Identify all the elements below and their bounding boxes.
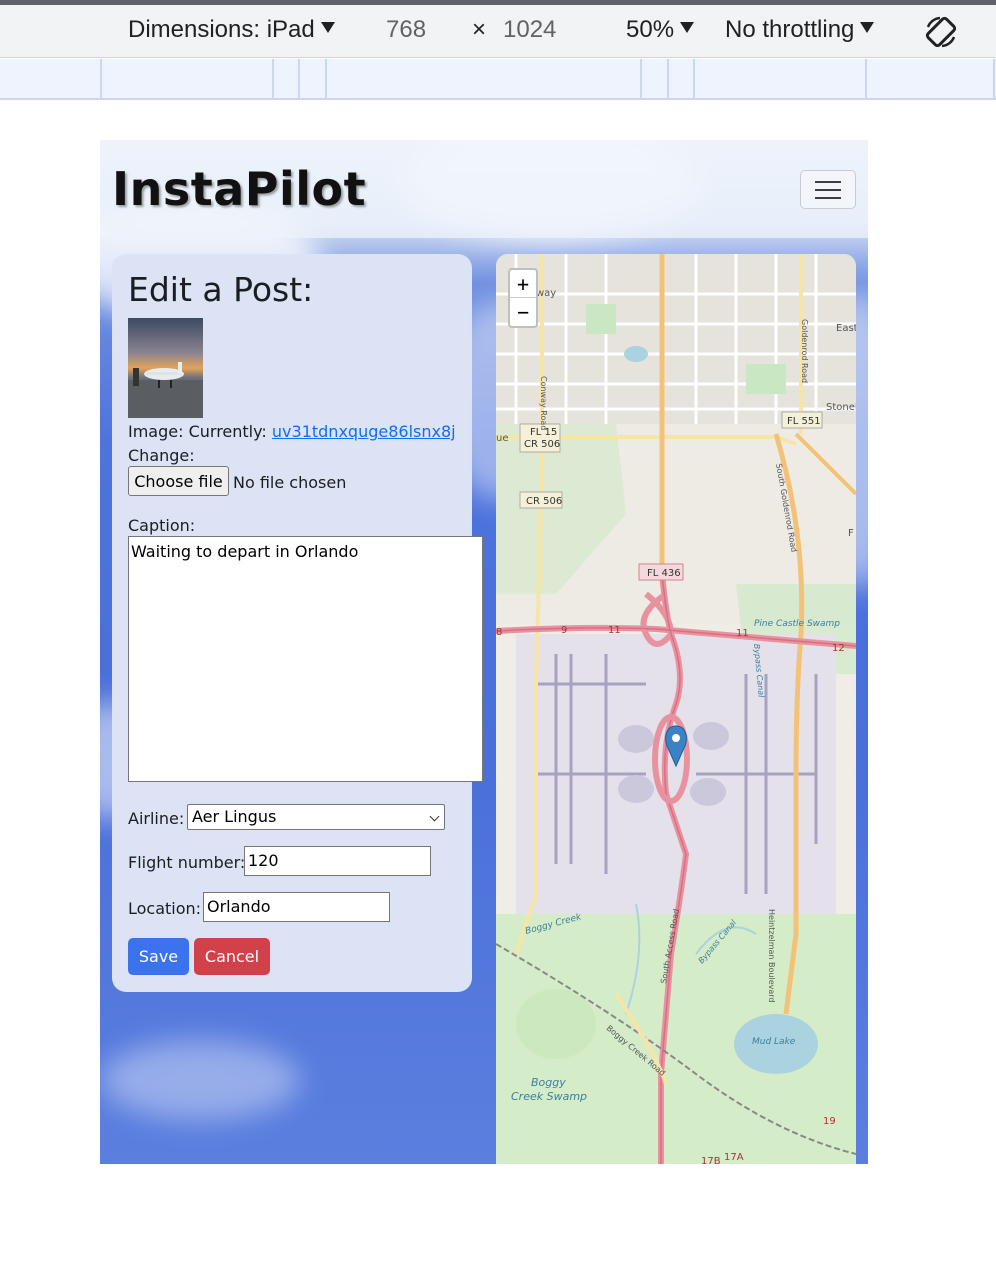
map-label-ue: ue	[496, 433, 509, 444]
map-label-n9: 9	[561, 625, 567, 636]
map-label-n11b: 11	[736, 628, 749, 639]
file-status: No file chosen	[233, 473, 347, 492]
current-image-link[interactable]: uv31tdnxquge86lsnx8j	[272, 422, 456, 441]
zoom-in-button[interactable]: +	[510, 270, 536, 298]
ruler-segment[interactable]	[865, 59, 867, 98]
sky-cloud	[100, 1040, 300, 1120]
ruler-segment[interactable]	[100, 59, 102, 98]
map-label-n11a: 11	[608, 625, 621, 636]
flight-number-input[interactable]: 120	[244, 846, 431, 876]
hamburger-line	[815, 189, 841, 191]
map-label-conway: Conway Road	[539, 376, 548, 430]
map-zoom-control: + −	[508, 268, 538, 328]
ruler-segment[interactable]	[993, 59, 995, 98]
height-field[interactable]: 1024	[503, 16, 556, 44]
image-current-label: Image: Currently:	[128, 422, 272, 441]
caption-label: Caption:	[128, 516, 196, 535]
width-field[interactable]: 768	[386, 16, 426, 44]
cancel-button[interactable]: Cancel	[194, 938, 270, 975]
throttling-label: No throttling	[725, 16, 855, 43]
map-label-pine-castle: Pine Castle Swamp	[754, 619, 840, 629]
brand-logo[interactable]: InstaPilot	[112, 162, 366, 216]
airline-select[interactable]: Aer Lingus	[187, 804, 445, 830]
dimensions-dropdown[interactable]: Dimensions: iPad	[128, 16, 335, 44]
map-label-east: East	[836, 323, 856, 334]
ruler-segment[interactable]	[325, 59, 327, 98]
flight-number-label: Flight number:	[128, 853, 246, 872]
map-label-goldenrod: Goldenrod Road	[800, 319, 809, 383]
map-label-n12: 12	[832, 643, 845, 654]
dropdown-arrow-icon	[860, 22, 875, 33]
map-label-cr506a: CR 506	[524, 439, 560, 450]
airline-label: Airline:	[128, 809, 185, 828]
zoom-out-button[interactable]: −	[510, 298, 536, 326]
zoom-label: 50%	[626, 16, 675, 43]
device-viewport: InstaPilot Edit a Post: Image: Currently…	[100, 140, 868, 1164]
ruler-segment[interactable]	[693, 59, 695, 98]
ruler-segment[interactable]	[640, 59, 642, 98]
navbar: InstaPilot	[100, 140, 868, 238]
map-label-stone: StoneE	[826, 402, 856, 413]
map-label-fl551: FL 551	[787, 416, 821, 427]
map-label-mud-lake: Mud Lake	[752, 1037, 796, 1047]
times-icon: ×	[472, 16, 487, 43]
choose-file-button[interactable]: Choose file	[128, 466, 229, 496]
map-label-n19: 19	[823, 1116, 836, 1127]
map-label-heintzelman: Heintzelman Boulevard	[767, 909, 776, 1002]
airline-value: Aer Lingus	[192, 807, 277, 826]
page-title: Edit a Post:	[128, 270, 314, 309]
caption-textarea[interactable]: Waiting to depart in Orlando	[128, 536, 483, 782]
ruler-segment[interactable]	[667, 59, 669, 98]
devtools-device-toolbar: Dimensions: iPad 768 × 1024 50% No throt…	[0, 5, 996, 58]
map-label-boggy-swamp-1: Boggy	[531, 1076, 566, 1089]
dimensions-label: Dimensions: iPad	[128, 16, 315, 43]
dropdown-arrow-icon	[320, 22, 335, 33]
post-image-thumbnail	[128, 318, 203, 418]
save-button[interactable]: Save	[128, 938, 189, 975]
navbar-toggler[interactable]	[800, 170, 856, 209]
map-label-n17a: 17A	[724, 1152, 744, 1163]
location-label: Location:	[128, 899, 202, 918]
throttling-dropdown[interactable]: No throttling	[725, 16, 875, 44]
location-input[interactable]: Orlando	[203, 892, 390, 922]
map-tiles: FL 551 FL 15 CR 506 CR 506 FL 436 way Ea…	[496, 254, 856, 1164]
zoom-dropdown[interactable]: 50%	[626, 16, 695, 44]
map-label-way: way	[536, 288, 556, 299]
image-current-row: Image: Currently: uv31tdnxquge86lsnx8j	[128, 422, 456, 441]
map-label-boggy-swamp-2: Creek Swamp	[511, 1090, 587, 1103]
map-label-f: F	[848, 528, 854, 539]
hamburger-line	[815, 197, 841, 199]
map-label-fl436: FL 436	[647, 568, 681, 579]
change-label: Change:	[128, 446, 195, 465]
media-query-ruler	[0, 59, 996, 100]
map-label-n8: 8	[496, 627, 502, 638]
edit-post-card: Edit a Post: Image: Currently: uv31tdnxq…	[112, 254, 483, 992]
map-label-cr506b: CR 506	[526, 496, 562, 507]
dropdown-arrow-icon	[680, 22, 695, 33]
chevron-down-icon	[429, 811, 440, 822]
rotate-device-icon[interactable]	[922, 13, 960, 51]
hamburger-menu-icon	[815, 181, 841, 183]
ruler-segment[interactable]	[298, 59, 300, 98]
ruler-segment[interactable]	[272, 59, 274, 98]
map-view[interactable]: FL 551 FL 15 CR 506 CR 506 FL 436 way Ea…	[496, 254, 856, 1164]
map-label-n17b: 17B	[701, 1156, 721, 1164]
